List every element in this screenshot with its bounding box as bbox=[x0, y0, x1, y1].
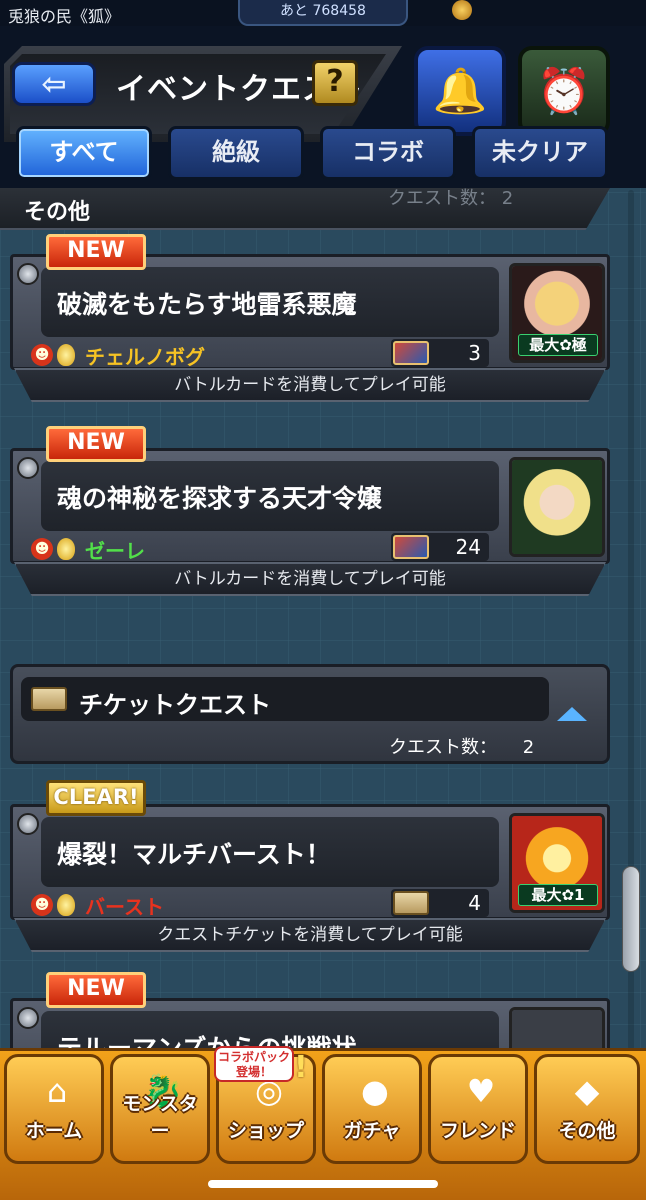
new-badge: NEW bbox=[46, 234, 146, 270]
quest-card[interactable]: 魂の神秘を探求する天才令嬢 ☻ ゼーレ 24 bbox=[10, 448, 610, 564]
demon-icon: ☻ bbox=[31, 344, 53, 366]
battle-card-icon bbox=[393, 341, 429, 365]
bell-button[interactable]: 🔔 bbox=[414, 46, 506, 136]
boss-portrait: 最大✿極 bbox=[509, 263, 605, 363]
attribute-row: ☻ チェルノボグ bbox=[31, 343, 205, 369]
nav-other[interactable]: ◆ その他 bbox=[534, 1054, 640, 1164]
scrollbar-thumb[interactable] bbox=[622, 866, 640, 972]
collapse-arrow-icon[interactable] bbox=[557, 707, 587, 721]
header: ⇦ イベントクエスト ? 🔔 ⏰ すべて 絶級 コラボ 未クリア bbox=[0, 26, 646, 188]
bell-icon: 🔔 bbox=[432, 66, 488, 117]
boss-portrait-image bbox=[512, 460, 602, 554]
quest-ticket-icon bbox=[31, 687, 67, 711]
clock-button[interactable]: ⏰ bbox=[518, 46, 610, 136]
nav-monster[interactable]: 🐉 モンスター bbox=[110, 1054, 210, 1164]
egg-icon bbox=[57, 538, 75, 560]
nav-shop-label: ショップ bbox=[227, 1120, 304, 1142]
demon-icon: ☻ bbox=[31, 894, 53, 916]
attribute-row: ☻ バースト bbox=[31, 893, 164, 919]
cost-value: 4 bbox=[468, 891, 481, 915]
tab-uncleared[interactable]: 未クリア bbox=[472, 126, 608, 180]
section-other bbox=[0, 188, 610, 230]
play-condition: クエストチケットを消費してプレイ可能 bbox=[14, 918, 606, 952]
quest-ticket-icon bbox=[393, 891, 429, 915]
new-badge: NEW bbox=[46, 426, 146, 462]
boss-name: バースト bbox=[85, 894, 164, 919]
boss-name: チェルノボグ bbox=[85, 344, 205, 369]
nav-home-label: ホーム bbox=[25, 1120, 83, 1142]
pin-icon bbox=[17, 263, 39, 285]
section-ticket[interactable]: チケットクエスト クエスト数： 2 bbox=[10, 664, 610, 764]
nav-friend[interactable]: ♥ フレンド bbox=[428, 1054, 528, 1164]
cost-value: 24 bbox=[455, 535, 481, 559]
quest-title: 魂の神秘を探求する天才令嬢 bbox=[57, 484, 383, 513]
boss-name: ゼーレ bbox=[85, 538, 145, 563]
quest-title-box: 魂の神秘を探求する天才令嬢 bbox=[41, 461, 499, 531]
player-name: 兎狼の民《狐》 bbox=[8, 7, 121, 26]
arrow-left-icon: ⇦ bbox=[41, 66, 67, 102]
max-luck-label: 最大✿1 bbox=[518, 884, 598, 906]
quest-title-box: 破滅をもたらす地雷系悪魔 bbox=[41, 267, 499, 337]
egg-icon bbox=[57, 344, 75, 366]
tab-collab[interactable]: コラボ bbox=[320, 126, 456, 180]
friends-icon: ♥ bbox=[466, 1072, 496, 1110]
status-bar: 兎狼の民《狐》 あと 768458 bbox=[0, 0, 646, 26]
demon-icon: ☻ bbox=[31, 538, 53, 560]
section-ticket-title: チケットクエスト bbox=[79, 691, 271, 719]
pin-icon bbox=[17, 813, 39, 835]
home-icon: ⌂ bbox=[46, 1072, 68, 1110]
max-luck-label: 最大✿極 bbox=[518, 334, 598, 356]
quest-title: 爆裂！マルチバースト！ bbox=[57, 840, 331, 869]
nav-friend-label: フレンド bbox=[439, 1120, 516, 1142]
egg-icon bbox=[57, 894, 75, 916]
boss-portrait: 最大✿1 bbox=[509, 813, 605, 913]
nav-gacha[interactable]: ● ガチャ bbox=[322, 1054, 422, 1164]
section-other-count: クエスト数： 2 bbox=[388, 188, 514, 209]
pin-icon bbox=[17, 1007, 39, 1029]
quest-title-box: 爆裂！マルチバースト！ bbox=[41, 817, 499, 887]
cost-box: 3 bbox=[391, 339, 489, 367]
quest-title: 破滅をもたらす地雷系悪魔 bbox=[57, 290, 357, 319]
tab-all[interactable]: すべて bbox=[16, 126, 152, 180]
cost-box: 24 bbox=[391, 533, 489, 561]
attribute-row: ☻ ゼーレ bbox=[31, 537, 145, 563]
ticket-title-box: チケットクエスト bbox=[21, 677, 549, 721]
new-badge: NEW bbox=[46, 972, 146, 1008]
boss-portrait bbox=[509, 457, 605, 557]
nav-other-label: その他 bbox=[558, 1120, 616, 1142]
back-button[interactable]: ⇦ bbox=[12, 62, 96, 106]
nav-monster-label: モンスター bbox=[122, 1093, 198, 1142]
cost-box: 4 bbox=[391, 889, 489, 917]
clear-badge: CLEAR! bbox=[46, 780, 146, 816]
rank-progress: あと 768458 bbox=[238, 0, 408, 26]
quest-card[interactable]: 破滅をもたらす地雷系悪魔 ☻ チェルノボグ 3 最大✿極 bbox=[10, 254, 610, 370]
battle-card-icon bbox=[393, 535, 429, 559]
play-condition: バトルカードを消費してプレイ可能 bbox=[14, 368, 606, 402]
other-icon: ◆ bbox=[574, 1072, 600, 1110]
help-button[interactable]: ? bbox=[312, 60, 358, 106]
nav-home[interactable]: ⌂ ホーム bbox=[4, 1054, 104, 1164]
coin-icon bbox=[452, 0, 472, 20]
pin-icon bbox=[17, 457, 39, 479]
collab-pack-tag: コラボパック 登場！ bbox=[214, 1046, 294, 1082]
quest-card[interactable]: 爆裂！マルチバースト！ ☻ バースト 4 最大✿1 bbox=[10, 804, 610, 920]
alert-icon: ! bbox=[294, 1050, 308, 1085]
nav-gacha-label: ガチャ bbox=[343, 1120, 401, 1142]
cost-value: 3 bbox=[468, 341, 481, 365]
clock-icon: ⏰ bbox=[536, 66, 592, 117]
home-indicator[interactable] bbox=[208, 1180, 438, 1188]
section-other-title: その他 bbox=[24, 200, 91, 225]
tab-extreme[interactable]: 絶級 bbox=[168, 126, 304, 180]
gacha-icon: ● bbox=[361, 1072, 389, 1110]
coin-counter bbox=[452, 0, 472, 22]
section-ticket-count: クエスト数： 2 bbox=[389, 737, 535, 758]
play-condition: バトルカードを消費してプレイ可能 bbox=[14, 562, 606, 596]
